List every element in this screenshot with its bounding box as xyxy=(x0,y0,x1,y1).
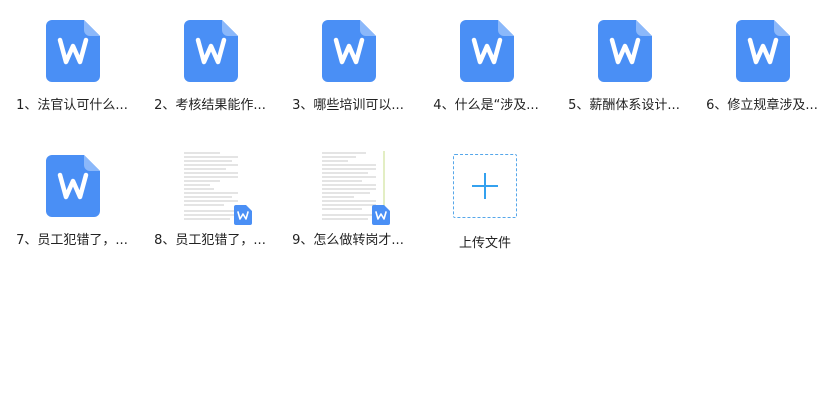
word-file-icon xyxy=(598,20,652,82)
file-name: 1、法官认可什么... xyxy=(16,98,128,113)
word-file-icon xyxy=(460,20,514,82)
file-tile[interactable]: 5、薪酬体系设计... xyxy=(559,0,689,113)
word-file-icon xyxy=(46,155,100,217)
file-name: 9、怎么做转岗才... xyxy=(292,233,404,248)
file-tile[interactable]: 2、考核结果能作... xyxy=(145,0,275,113)
word-file-icon xyxy=(322,20,376,82)
file-tile[interactable]: 1、法官认可什么... xyxy=(7,0,137,113)
file-tile[interactable]: 4、什么是“涉及... xyxy=(421,0,551,113)
file-grid: 1、法官认可什么... 2、考核结果能作... 3、哪些培训可以... 4、什么… xyxy=(0,0,821,415)
file-name: 3、哪些培训可以... xyxy=(292,98,404,113)
word-badge-icon xyxy=(372,205,390,225)
word-file-icon xyxy=(46,20,100,82)
file-name: 2、考核结果能作... xyxy=(154,98,266,113)
file-name: 8、员工犯错了，... xyxy=(154,233,266,248)
file-tile[interactable]: 6、修立规章涉及... xyxy=(697,0,821,113)
upload-tile[interactable]: 上传文件 xyxy=(423,140,553,251)
file-name: 7、员工犯错了，... xyxy=(16,233,128,248)
file-tile[interactable]: 7、员工犯错了，... xyxy=(7,135,137,248)
file-name: 5、薪酬体系设计... xyxy=(568,98,680,113)
upload-label: 上传文件 xyxy=(458,236,511,251)
word-file-icon xyxy=(736,20,790,82)
file-name: 6、修立规章涉及... xyxy=(706,98,818,113)
document-preview-thumbnail xyxy=(180,149,252,229)
upload-button[interactable] xyxy=(453,154,517,218)
file-name: 4、什么是“涉及... xyxy=(433,98,539,113)
file-tile[interactable]: 8、员工犯错了，... xyxy=(145,135,275,248)
file-tile[interactable]: 9、怎么做转岗才... xyxy=(283,135,413,248)
word-file-icon xyxy=(184,20,238,82)
file-tile[interactable]: 3、哪些培训可以... xyxy=(283,0,413,113)
word-badge-icon xyxy=(234,205,252,225)
document-preview-thumbnail xyxy=(318,149,390,229)
